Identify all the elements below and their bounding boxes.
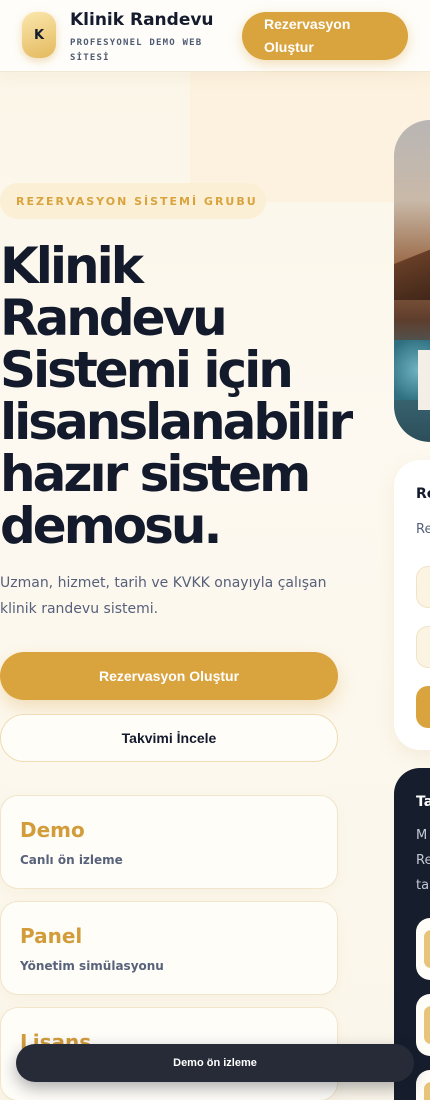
slot-marker bbox=[424, 1082, 430, 1100]
slot-marker bbox=[424, 1006, 430, 1044]
reservation-button[interactable]: Rezervasyon Oluştur bbox=[0, 652, 338, 700]
photo-overlay bbox=[418, 350, 430, 410]
calendar-card-text: M bbox=[416, 828, 428, 843]
reservation-form-card: Re Re bbox=[394, 460, 430, 750]
calendar-card-title: Ta bbox=[416, 794, 430, 810]
header-reservation-button[interactable]: Rezervasyon Oluştur bbox=[242, 12, 408, 60]
calendar-card-text: Re bbox=[416, 853, 430, 868]
stat-label: Canlı ön izleme bbox=[20, 853, 123, 867]
hero-title: Klinik Randevu Sistemi için lisanslanabi… bbox=[0, 237, 353, 555]
photo-roof bbox=[394, 240, 430, 300]
brand-title[interactable]: Klinik Randevu bbox=[70, 10, 214, 30]
stat-value: Panel bbox=[20, 924, 83, 948]
logo-badge[interactable]: K bbox=[22, 12, 56, 58]
calendar-slot[interactable] bbox=[416, 1070, 430, 1100]
calendar-slot[interactable] bbox=[416, 918, 430, 980]
page: K Klinik Randevu PROFESYONEL DEMO WEB Sİ… bbox=[0, 0, 430, 1100]
stat-card-panel: Panel Yönetim simülasyonu bbox=[0, 901, 338, 995]
form-card-subtitle: Re bbox=[416, 522, 430, 537]
hero-photo bbox=[394, 120, 430, 442]
stat-label: Yönetim simülasyonu bbox=[20, 959, 164, 973]
form-submit-button[interactable] bbox=[416, 686, 430, 728]
calendar-slot[interactable] bbox=[416, 994, 430, 1056]
calendar-card-text: ta bbox=[416, 878, 430, 893]
brand-subtitle: PROFESYONEL DEMO WEB SİTESİ bbox=[70, 38, 203, 63]
form-field[interactable] bbox=[416, 566, 430, 608]
form-field[interactable] bbox=[416, 626, 430, 668]
site-header: K Klinik Randevu PROFESYONEL DEMO WEB Sİ… bbox=[0, 0, 430, 72]
hero-description: Uzman, hizmet, tarih ve KVKK onayıyla ça… bbox=[0, 575, 327, 617]
hero-eyebrow-badge: REZERVASYON SİSTEMİ GRUBU bbox=[0, 183, 266, 219]
slot-marker bbox=[424, 930, 430, 968]
stat-card-demo: Demo Canlı ön izleme bbox=[0, 795, 338, 889]
stat-value: Demo bbox=[20, 818, 85, 842]
view-calendar-button[interactable]: Takvimi İncele bbox=[0, 714, 338, 762]
demo-preview-pill[interactable]: Demo ön izleme bbox=[16, 1044, 414, 1082]
form-card-title: Re bbox=[416, 486, 430, 502]
